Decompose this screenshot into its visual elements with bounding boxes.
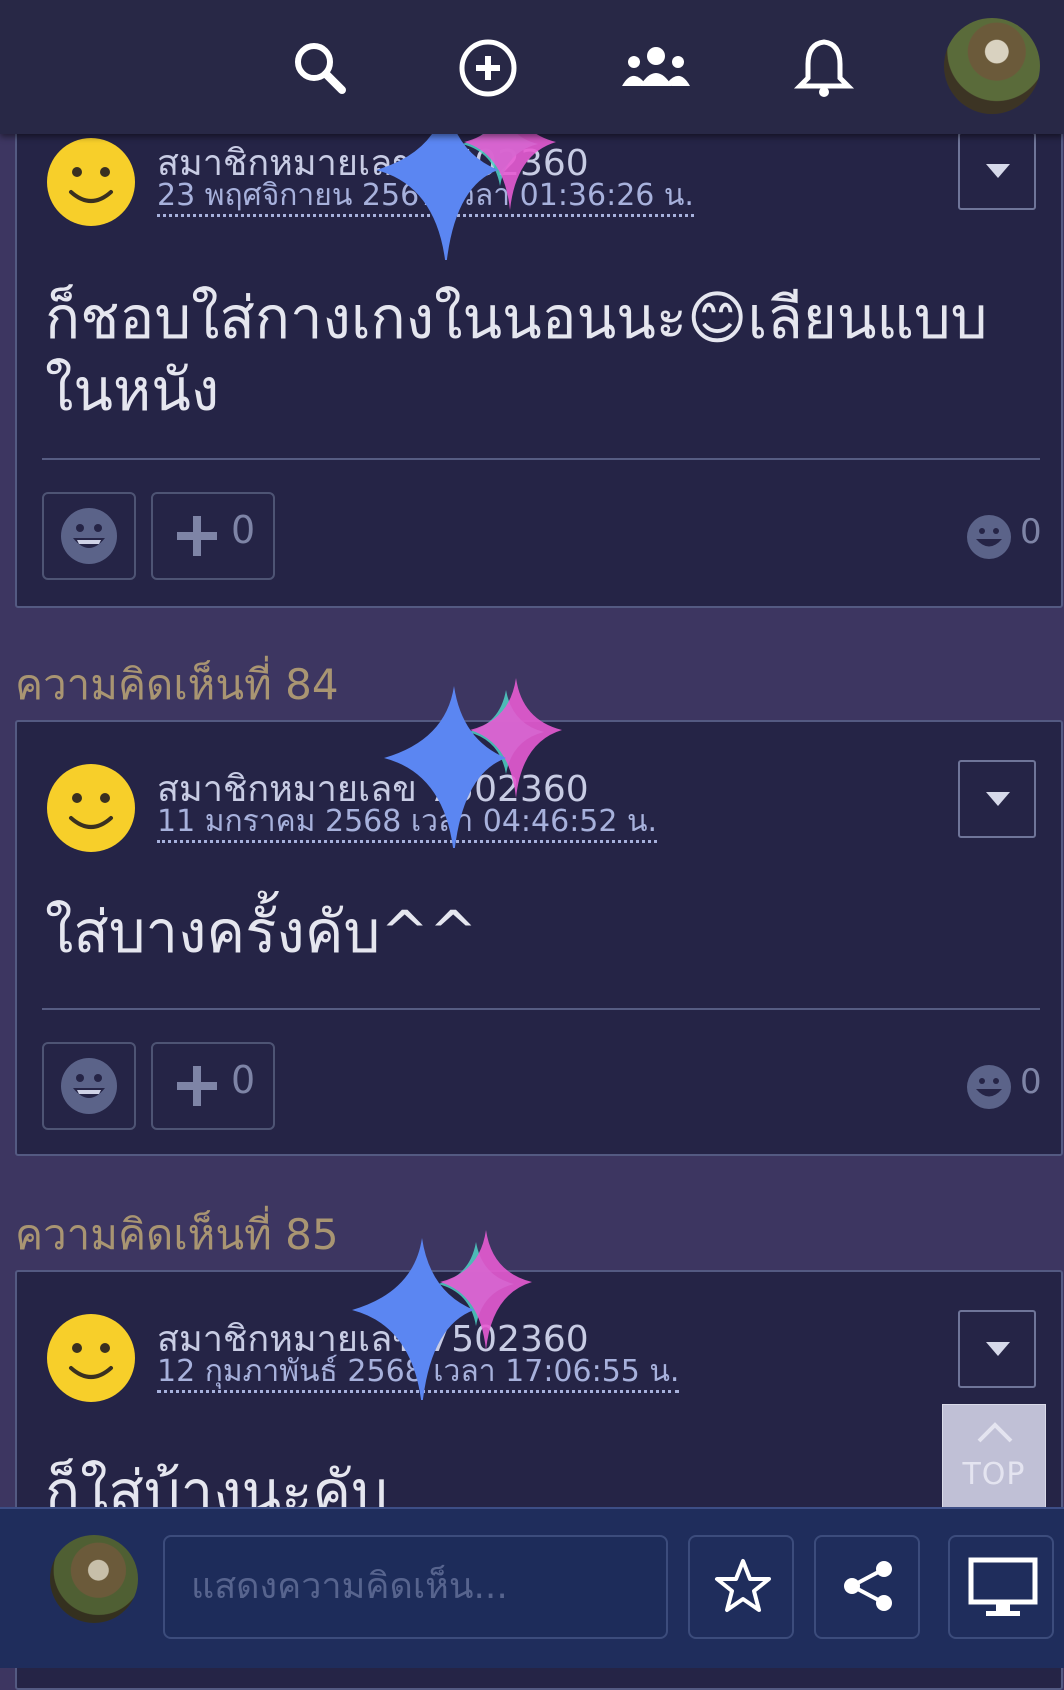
star-icon [715,1559,771,1612]
reaction-count-icon [967,515,1011,559]
smiley-avatar-icon [47,764,135,852]
plus-count: 0 [231,1058,256,1102]
vote-plus-button[interactable]: 0 [151,1042,275,1130]
comment-card: สมาชิกหมายเลข 7502360 11 มกราคม 2568 เวล… [15,720,1063,1156]
smiley-avatar-icon [47,1314,135,1402]
notification-bell-icon[interactable] [786,30,862,106]
emotion-react-button[interactable] [42,1042,136,1130]
divider [42,1008,1040,1010]
scroll-to-top-button[interactable]: TOP [942,1404,1046,1508]
comment-input[interactable]: แสดงความคิดเห็น... [163,1535,668,1639]
plus-count: 0 [231,508,256,552]
community-icon[interactable] [618,30,694,106]
user-avatar[interactable] [50,1535,138,1623]
comment-timestamp[interactable]: 11 มกราคม 2568 เวลา 04:46:52 น. [157,804,658,843]
desktop-view-button[interactable] [948,1535,1054,1639]
emotion-react-button[interactable] [42,492,136,580]
chevron-down-icon [986,1342,1010,1356]
comment-card: สมาชิกหมายเลข 7502360 23 พฤศจิกายน 2567 … [15,110,1063,608]
comment-options-dropdown[interactable] [958,1310,1036,1388]
top-navigation-bar [0,0,1064,134]
comment-options-dropdown[interactable] [958,132,1036,210]
chevron-down-icon [986,164,1010,178]
grin-emoji-icon [61,508,117,564]
comment-number-label: ความคิดเห็นที่ 84 [15,660,339,709]
reaction-count: 0 [1020,1062,1042,1102]
search-icon[interactable] [282,30,358,106]
comment-options-dropdown[interactable] [958,760,1036,838]
comment-number-label: ความคิดเห็นที่ 85 [15,1210,339,1259]
plus-icon [177,516,217,556]
vote-plus-button[interactable]: 0 [151,492,275,580]
desktop-monitor-icon [968,1557,1038,1616]
comment-text: ก็ชอบใส่กางเกงในนอนนะ😊เลียนแบบในหนัง [45,284,988,424]
grin-emoji-icon [61,1058,117,1114]
reaction-count-icon [967,1065,1011,1109]
comment-timestamp[interactable]: 12 กุมภาพันธ์ 2568 เวลา 17:06:55 น. [157,1354,680,1393]
share-icon [844,1561,892,1611]
chevron-up-icon [977,1422,1013,1443]
smiley-avatar-icon [47,138,135,226]
divider [42,458,1040,460]
share-button[interactable] [814,1535,920,1639]
plus-icon [177,1066,217,1106]
bottom-comment-bar: แสดงความคิดเห็น... [0,1507,1064,1668]
favorite-button[interactable] [688,1535,794,1639]
profile-avatar[interactable] [944,18,1040,114]
reaction-count: 0 [1020,512,1042,552]
chevron-down-icon [986,792,1010,806]
top-label: TOP [962,1457,1026,1492]
add-post-icon[interactable] [450,30,526,106]
comment-text: ใส่บางครั้งคับ^^ [45,898,478,966]
comment-timestamp[interactable]: 23 พฤศจิกายน 2567 เวลา 01:36:26 น. [157,178,694,217]
